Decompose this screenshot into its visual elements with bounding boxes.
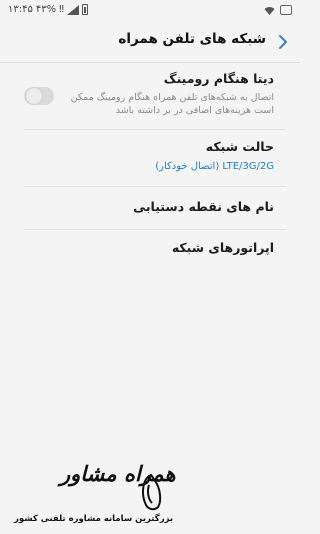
data-roaming-toggle[interactable] [24,87,54,105]
network-mode-item[interactable]: حالت شبکه LTE/3G/2G (اتصال خودکار) [0,130,300,186]
data-roaming-item[interactable]: دیتا هنگام رومینگ اتصال به شبکه‌های تلفن… [0,63,300,129]
network-mode-value: LTE/3G/2G (اتصال خودکار) [155,161,274,172]
chevron-back-icon [279,35,287,49]
battery-percent: ۴۳% [35,4,57,15]
wifi-icon [264,6,275,15]
data-roaming-description: اتصال به شبکه‌های تلفن همراه هنگام رومین… [70,92,274,116]
network-mode-title: حالت شبکه [205,139,274,154]
watermark-tagline: بزرگترین سامانه مشاوره تلفنی کشور [14,514,174,524]
status-right [264,5,292,15]
time-text: ۱۳:۴۵ [8,4,33,15]
access-point-names-item[interactable]: نام های نقطه دستیابی [0,187,300,229]
watermark: همراه مشاور بزرگترین سامانه مشاوره تلفنی… [0,455,300,534]
access-point-names-title: نام های نقطه دستیابی [133,199,274,214]
toggle-knob [25,87,43,105]
status-left: ۱۳:۴۵ ۴۳% ‼ [8,4,88,15]
data-roaming-title: دیتا هنگام رومینگ [163,71,274,86]
app-header: شبکه های تلفن همراه [0,22,300,62]
page-title: شبکه های تلفن همراه [118,31,266,47]
battery-icon [81,4,88,15]
signal-icon [66,4,79,15]
notification-indicator: ‼ [59,4,64,15]
status-bar: ۱۳:۴۵ ۴۳% ‼ [0,0,300,22]
network-operators-item[interactable]: اپراتورهای شبکه [0,230,300,272]
watermark-brand: همراه مشاور [60,461,176,486]
image-icon [280,5,292,15]
network-operators-title: اپراتورهای شبکه [171,240,274,255]
back-button[interactable] [270,28,296,56]
